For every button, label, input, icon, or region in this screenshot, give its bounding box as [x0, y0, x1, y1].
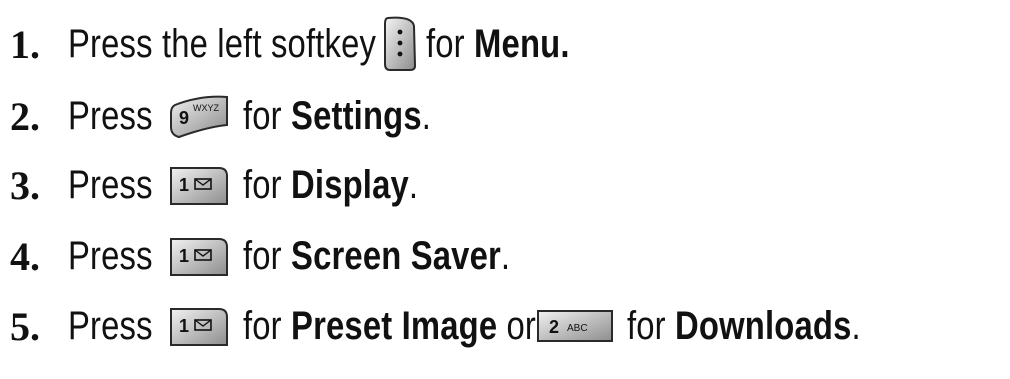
screen-saver-target: Screen Saver: [291, 233, 502, 278]
step-2: 2. Press 9 WXYZ for Settings.: [10, 93, 432, 139]
key-2-abc-icon: 2 ABC: [535, 308, 615, 344]
softkey-icon: [382, 16, 418, 72]
instruction-steps: 1. Press the left softkey for Menu. 2. P…: [0, 0, 1010, 379]
step-text: Press: [68, 303, 153, 348]
step-text: for: [425, 21, 465, 66]
or-text: or: [506, 303, 537, 348]
step-text: for: [243, 233, 283, 278]
svg-text:1: 1: [179, 246, 189, 266]
step-text: Press: [68, 233, 153, 278]
menu-target: Menu.: [473, 21, 570, 66]
step-text: for: [243, 93, 283, 138]
display-target: Display: [291, 162, 410, 207]
key-1-voicemail-icon: 1: [167, 235, 231, 277]
downloads-target: Downloads: [674, 303, 852, 348]
step-text: Press: [68, 93, 153, 138]
step-text: for: [243, 162, 283, 207]
step-text: for: [243, 303, 283, 348]
svg-text:1: 1: [179, 175, 189, 195]
key-1-voicemail-icon: 1: [167, 164, 231, 206]
step-1: 1. Press the left softkey for Menu.: [10, 14, 601, 74]
step-number: 4.: [10, 233, 40, 279]
step-number: 5.: [10, 303, 40, 349]
step-text: for: [626, 303, 666, 348]
settings-target: Settings: [291, 93, 423, 138]
svg-text:ABC: ABC: [567, 323, 588, 334]
step-number: 2.: [10, 93, 40, 139]
step-3: 3. Press 1 for Display.: [10, 162, 419, 208]
step-number: 1.: [10, 21, 40, 67]
preset-image-target: Preset Image: [291, 303, 498, 348]
key-1-voicemail-icon: 1: [167, 305, 231, 347]
step-number: 3.: [10, 162, 40, 208]
svg-text:1: 1: [179, 316, 189, 336]
step-text: Press the left softkey: [68, 21, 377, 66]
step-4: 4. Press 1 for Screen Saver.: [10, 233, 511, 279]
step-text: Press: [68, 162, 153, 207]
step-5: 5. Press 1 for Preset Image or 2 ABC for…: [10, 303, 861, 349]
key-9-wxyz-icon: 9 WXYZ: [167, 93, 231, 139]
svg-text:WXYZ: WXYZ: [193, 103, 220, 113]
svg-text:2: 2: [549, 317, 559, 337]
svg-text:9: 9: [179, 108, 189, 128]
